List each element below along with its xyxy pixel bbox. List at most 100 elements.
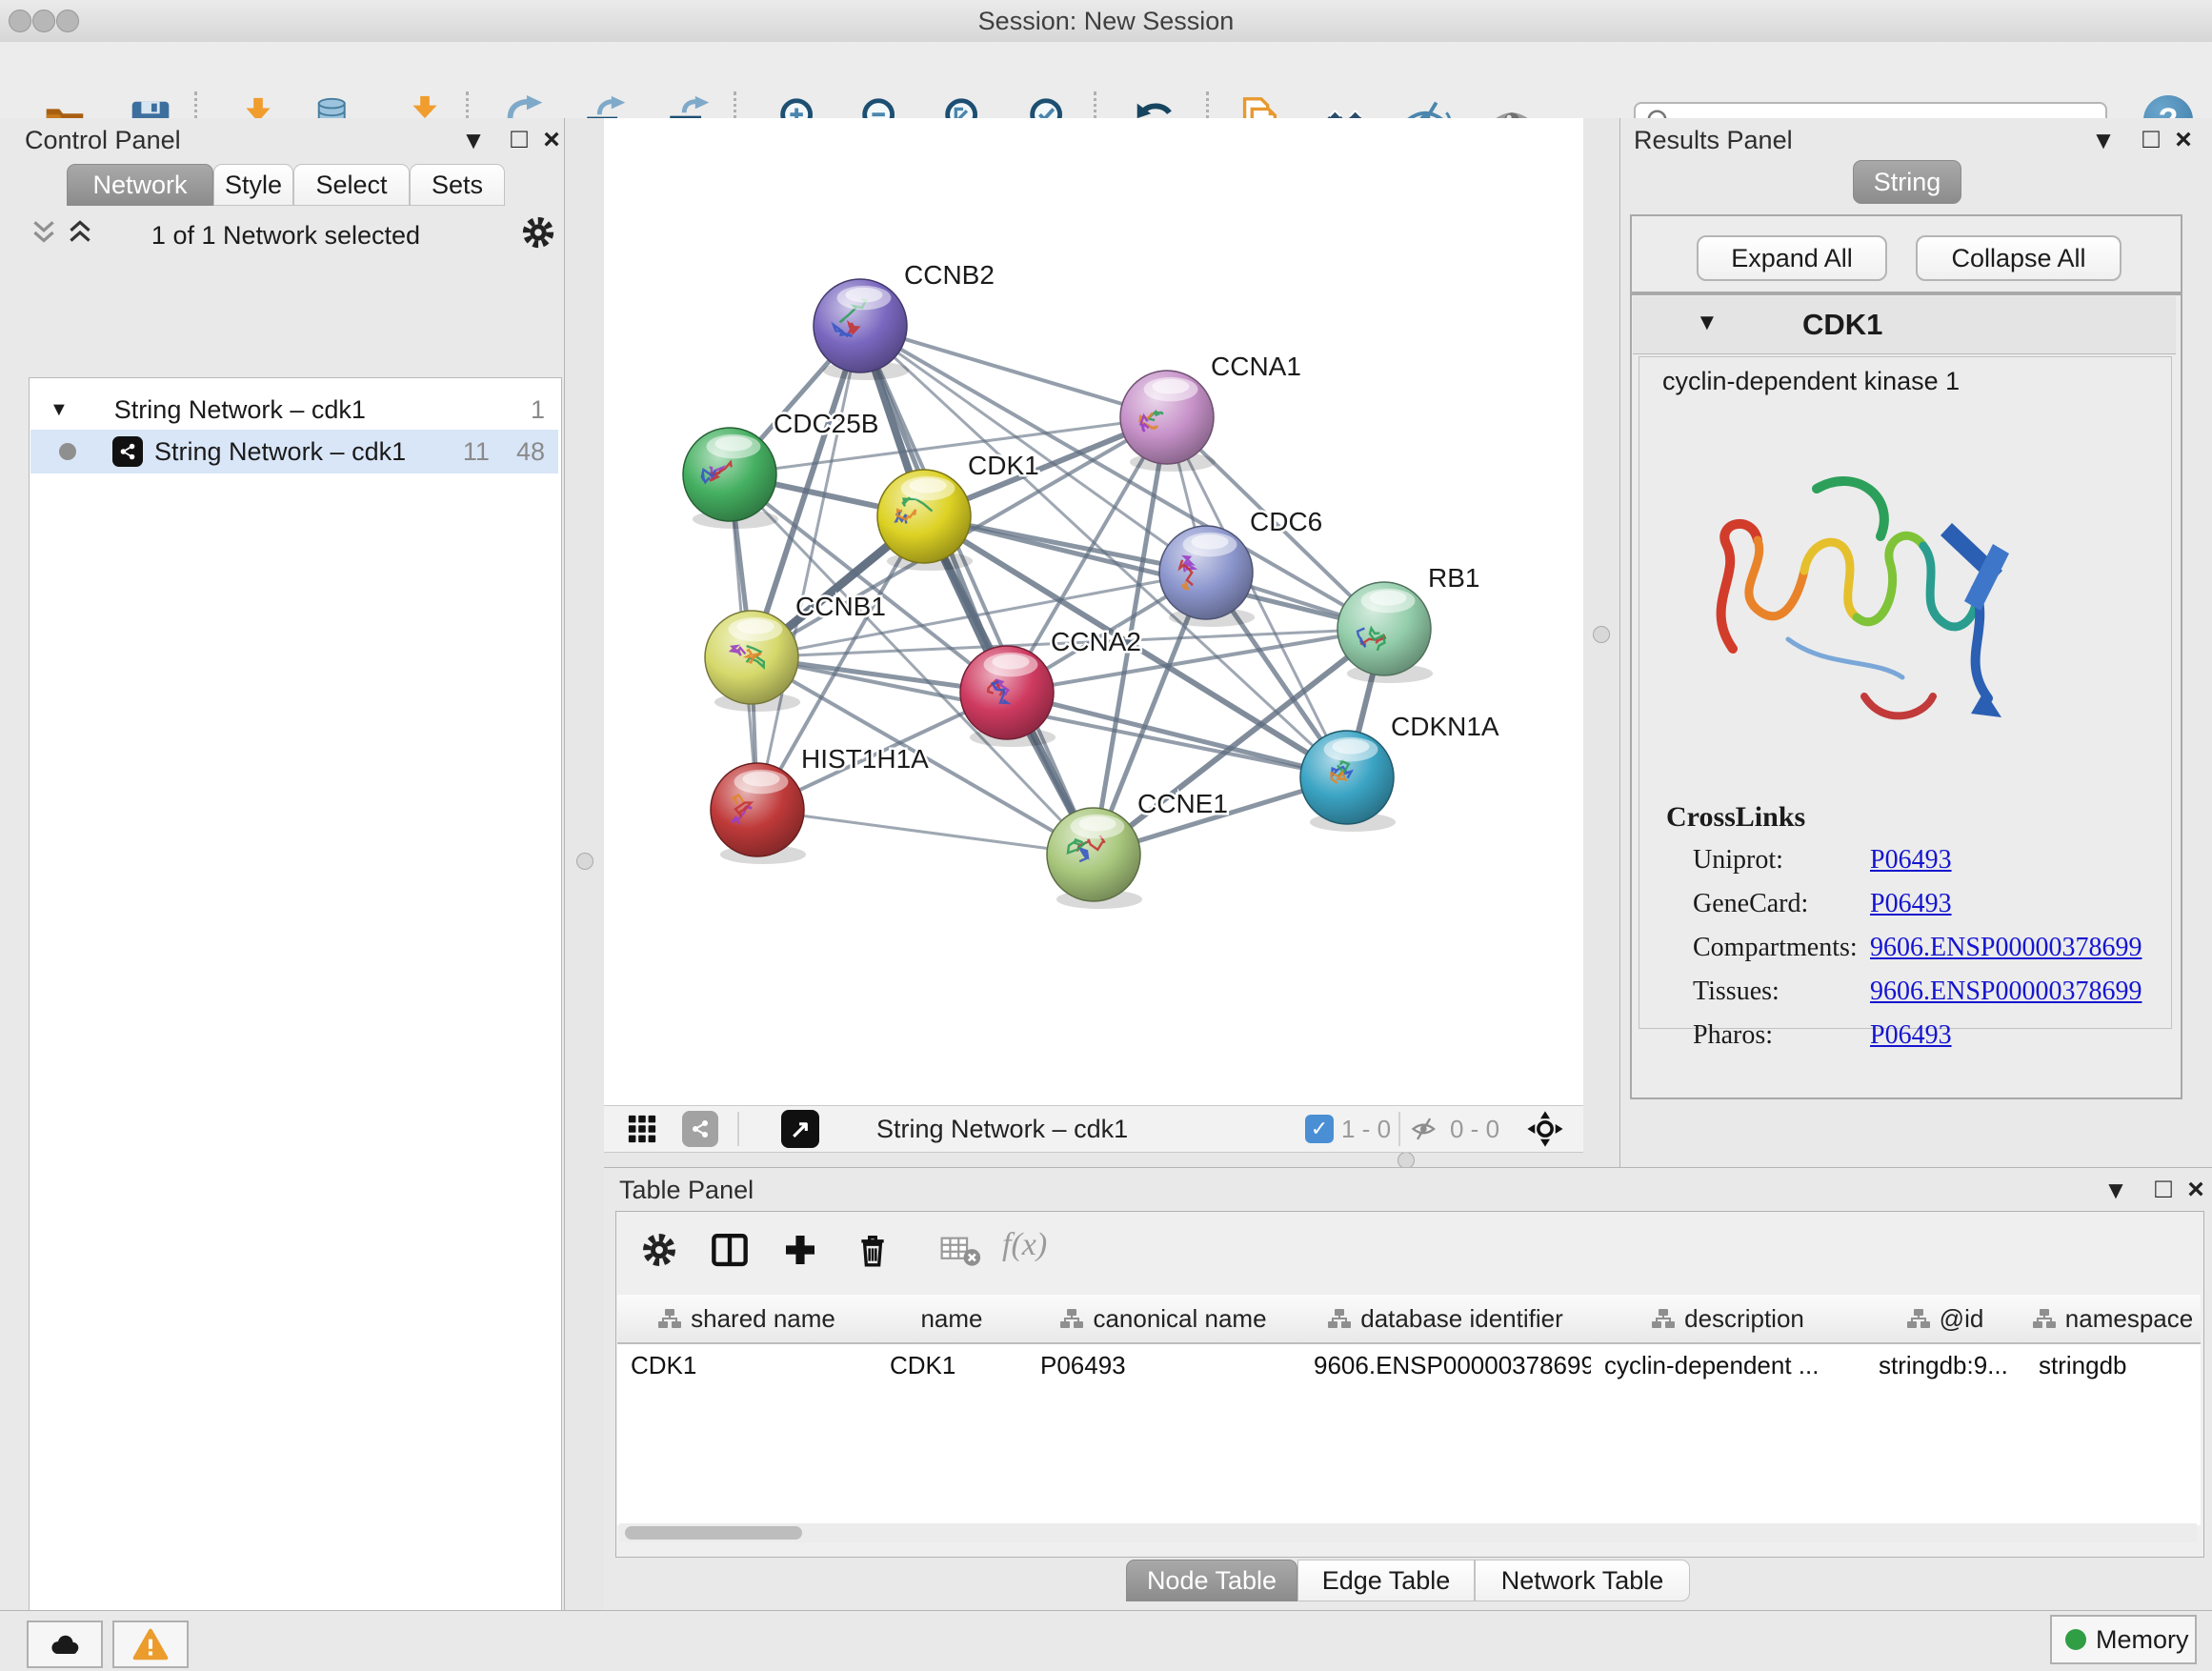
node-label-CCNB2: CCNB2	[904, 260, 995, 290]
network-canvas[interactable]: CCNB2CCNA1CDC25BCDK1CDC6RB1CCNB1CCNA2CDK…	[604, 118, 1583, 1105]
selected-count: 1 - 0	[1341, 1115, 1391, 1144]
create-column-plus-icon[interactable]	[779, 1229, 821, 1271]
crosslink-pharos-link[interactable]: P06493	[1870, 1020, 1952, 1051]
edge-CCNB2-CCNE1[interactable]	[860, 326, 1094, 855]
tab-string[interactable]: String	[1853, 160, 1961, 204]
results-panel-collapse-icon[interactable]: ▼	[2089, 126, 2118, 155]
delete-table-icon[interactable]	[939, 1231, 981, 1269]
network-list: ▼ String Network – cdk1 1 String Network…	[29, 377, 562, 1671]
collapse-all-button[interactable]: Collapse All	[1916, 235, 2122, 281]
main-toolbar: ?	[0, 42, 2212, 119]
network-row-label: String Network – cdk1	[154, 437, 406, 467]
table-panel-collapse-icon[interactable]: ▼	[2101, 1176, 2130, 1205]
table-row-cell[interactable]: 9606.ENSP00000378699	[1300, 1344, 1591, 1386]
gene-header-row[interactable]: ▼ CDK1	[1633, 296, 2176, 354]
table-row-cell[interactable]: cyclin-dependent ...	[1591, 1344, 1865, 1386]
network-node-group-HIST1H1A: HIST1H1A	[711, 744, 929, 864]
crosslink-label: Pharos:	[1693, 1020, 1773, 1051]
expand-all-button[interactable]: Expand All	[1697, 235, 1887, 281]
table-panel-float-icon[interactable]: □	[2149, 1174, 2178, 1205]
window-minimize-button[interactable]	[32, 10, 55, 32]
table-row-cell[interactable]: CDK1	[617, 1344, 876, 1386]
control-panel-collapse-icon[interactable]: ▼	[459, 126, 488, 155]
attribute-icon	[1907, 1308, 1930, 1329]
attribute-icon	[658, 1308, 681, 1329]
network-view-toolbar: ↗ String Network – cdk1 ✓ 1 - 0 0 - 0	[604, 1105, 1583, 1153]
left-splitter-handle[interactable]	[576, 853, 593, 870]
string-network-icon	[112, 436, 143, 467]
results-panel-float-icon[interactable]: □	[2137, 124, 2165, 155]
column-header-shared-name[interactable]: shared name	[617, 1295, 877, 1344]
table-row-cell[interactable]: P06493	[1027, 1344, 1300, 1386]
network-row-selected[interactable]: String Network – cdk1 11 48	[30, 430, 558, 473]
tab-network-table[interactable]: Network Table	[1475, 1560, 1690, 1601]
table-row-cell[interactable]: CDK1	[876, 1344, 1027, 1386]
edge-CCNB2-HIST1H1A[interactable]	[757, 326, 860, 810]
column-header-canonical-name[interactable]: canonical name	[1027, 1295, 1301, 1344]
hidden-count: 0 - 0	[1450, 1115, 1499, 1144]
network-node-group-CDKN1A: CDKN1A	[1300, 712, 1499, 832]
table-hscrollbar-track[interactable]	[619, 1523, 2197, 1542]
network-badge-icon[interactable]	[682, 1111, 718, 1147]
table-panel: Table Panel ▼ □ × f(x) shared name name	[604, 1167, 2212, 1611]
warning-icon[interactable]	[112, 1621, 189, 1668]
window-zoom-button[interactable]	[56, 10, 79, 32]
tab-edge-table[interactable]: Edge Table	[1297, 1560, 1475, 1601]
table-panel-close-icon[interactable]: ×	[2182, 1174, 2210, 1206]
network-node-group-CCNB2: CCNB2	[814, 260, 995, 380]
network-collection-row[interactable]: ▼ String Network – cdk1 1	[30, 388, 558, 432]
attribute-icon	[2033, 1308, 2056, 1329]
network-graph[interactable]: CCNB2CCNA1CDC25BCDK1CDC6RB1CCNB1CCNA2CDK…	[604, 118, 1583, 1105]
table-hscrollbar-thumb[interactable]	[625, 1526, 802, 1540]
tab-sets[interactable]: Sets	[410, 164, 505, 206]
crosslink-uniprot-link[interactable]: P06493	[1870, 845, 1952, 876]
memory-status-dot-icon	[2065, 1629, 2086, 1650]
memory-button[interactable]: Memory	[2050, 1615, 2197, 1664]
open-in-window-icon[interactable]: ↗	[781, 1110, 819, 1148]
left-splitter[interactable]	[565, 118, 604, 1167]
crosslink-label: GeneCard:	[1693, 889, 1808, 919]
column-header-database-identifier[interactable]: database identifier	[1300, 1295, 1592, 1344]
table-row-cell[interactable]: stringdb:9...	[1865, 1344, 2025, 1386]
tab-style[interactable]: Style	[213, 164, 293, 206]
node-label-CDC25B: CDC25B	[774, 409, 878, 438]
function-builder-icon[interactable]: f(x)	[1002, 1227, 1047, 1263]
show-columns-icon[interactable]	[709, 1229, 751, 1271]
delete-column-trash-icon[interactable]	[852, 1229, 894, 1271]
network-options-gear-icon[interactable]	[519, 213, 557, 252]
window-title: Session: New Session	[0, 0, 2212, 42]
results-panel-close-icon[interactable]: ×	[2169, 124, 2198, 156]
column-header-namespace[interactable]: namespace	[2025, 1295, 2201, 1344]
results-buttons-box: Expand All Collapse All	[1630, 214, 2182, 293]
crosslink-compartments-link[interactable]: 9606.ENSP00000378699	[1870, 933, 2142, 963]
grid-view-icon[interactable]	[625, 1112, 659, 1146]
gene-name: CDK1	[1802, 308, 1882, 342]
selected-checkbox-icon[interactable]: ✓	[1305, 1115, 1334, 1143]
birds-eye-icon[interactable]	[1524, 1108, 1566, 1150]
right-splitter-handle[interactable]	[1593, 626, 1610, 643]
window-close-button[interactable]	[9, 10, 31, 32]
tab-select[interactable]: Select	[293, 164, 410, 206]
crosslink-tissues-link[interactable]: 9606.ENSP00000378699	[1870, 976, 2142, 1007]
status-bar: Memory	[0, 1610, 2212, 1671]
collection-expand-icon[interactable]: ▼	[50, 399, 69, 421]
column-header-name[interactable]: name	[876, 1295, 1028, 1344]
tab-node-table[interactable]: Node Table	[1126, 1560, 1297, 1601]
cloud-icon[interactable]	[27, 1621, 103, 1668]
attribute-icon	[1328, 1308, 1351, 1329]
control-panel-close-icon[interactable]: ×	[537, 124, 566, 156]
table-settings-gear-icon[interactable]	[638, 1229, 680, 1271]
collapse-all-networks-icon[interactable]	[27, 215, 61, 250]
hidden-eye-icon[interactable]	[1408, 1112, 1442, 1146]
table-row-cell[interactable]: stringdb	[2025, 1344, 2201, 1386]
edge-HIST1H1A-CCNE1[interactable]	[757, 810, 1094, 855]
expand-all-networks-icon[interactable]	[63, 215, 97, 250]
tab-network[interactable]: Network	[67, 164, 213, 206]
crosslink-label: Tissues:	[1693, 976, 1780, 1007]
crosslink-genecard-link[interactable]: P06493	[1870, 889, 1952, 919]
node-label-CCNB1: CCNB1	[795, 592, 886, 621]
column-header-id[interactable]: @id	[1865, 1295, 2026, 1344]
control-panel-float-icon[interactable]: □	[505, 124, 533, 155]
column-header-description[interactable]: description	[1591, 1295, 1866, 1344]
gene-expand-icon[interactable]: ▼	[1696, 310, 1719, 336]
